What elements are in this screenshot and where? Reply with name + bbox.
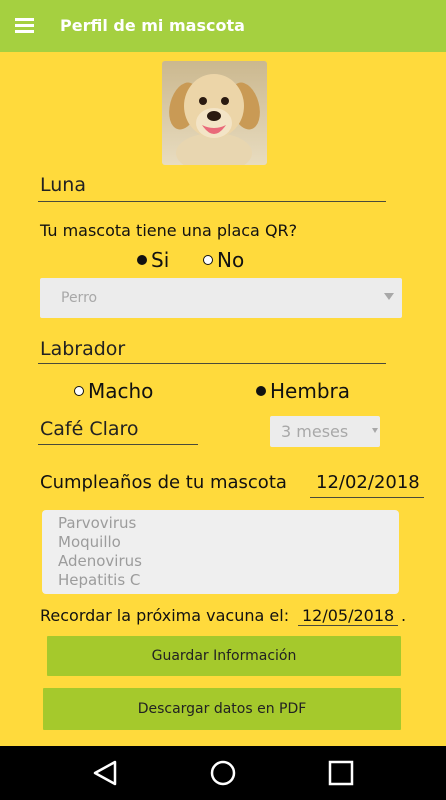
sex-male-label: Macho [88,379,154,403]
dog-photo-icon [162,61,267,165]
birthday-label: Cumpleaños de tu mascota [40,472,287,493]
age-select[interactable]: 3 meses [270,416,380,447]
vaccine-item[interactable]: Hepatitis C [42,571,399,590]
sex-female-radio[interactable]: Hembra [256,379,350,403]
qr-no-radio[interactable]: No [203,248,244,272]
chevron-down-icon [372,428,378,433]
qr-question: Tu mascota tiene una placa QR? [40,221,298,240]
back-triangle-icon[interactable] [89,757,121,789]
qr-yes-radio[interactable]: Si [137,248,169,272]
qr-yes-label: Si [151,248,170,272]
vaccine-item[interactable]: Parvovirus [42,514,399,533]
recents-square-icon[interactable] [325,757,357,789]
next-vaccine-suffix: . [401,606,407,625]
color-field[interactable]: Café Claro [40,418,139,440]
pet-photo[interactable] [162,61,267,165]
app-title: Perfil de mi mascota [60,16,245,35]
sex-male-radio[interactable]: Macho [74,379,153,403]
next-vaccine-label: Recordar la próxima vacuna el: [40,606,290,625]
breed-field[interactable]: Labrador [40,338,125,360]
download-pdf-button[interactable]: Descargar datos en PDF [43,688,401,730]
sex-female-label: Hembra [270,379,350,403]
breed-underline [38,363,386,364]
color-underline [38,444,198,445]
birthday-underline [310,497,424,498]
species-value: Perro [61,290,98,306]
radio-selected-icon [256,386,266,396]
vaccine-list[interactable]: Parvovirus Moquillo Adenovirus Hepatitis… [42,510,399,594]
system-nav-bar [0,746,446,800]
app-bar: Perfil de mi mascota [0,0,446,52]
save-info-button[interactable]: Guardar Información [47,636,401,676]
birthday-field[interactable]: 12/02/2018 [316,472,420,493]
pet-name-underline [38,201,386,202]
radio-unselected-icon [74,386,84,396]
age-value: 3 meses [281,422,349,441]
home-circle-icon[interactable] [207,757,239,789]
species-select[interactable]: Perro [40,278,402,318]
vaccine-item[interactable]: Adenovirus [42,552,399,571]
hamburger-menu-icon[interactable] [15,16,37,34]
radio-unselected-icon [203,255,213,265]
pet-name-field[interactable]: Luna [40,174,86,196]
chevron-down-icon [384,293,394,300]
next-vaccine-underline [298,625,398,626]
vaccine-item[interactable]: Moquillo [42,533,399,552]
qr-no-label: No [217,248,245,272]
radio-selected-icon [137,255,147,265]
next-vaccine-date-field[interactable]: 12/05/2018 [302,606,394,625]
